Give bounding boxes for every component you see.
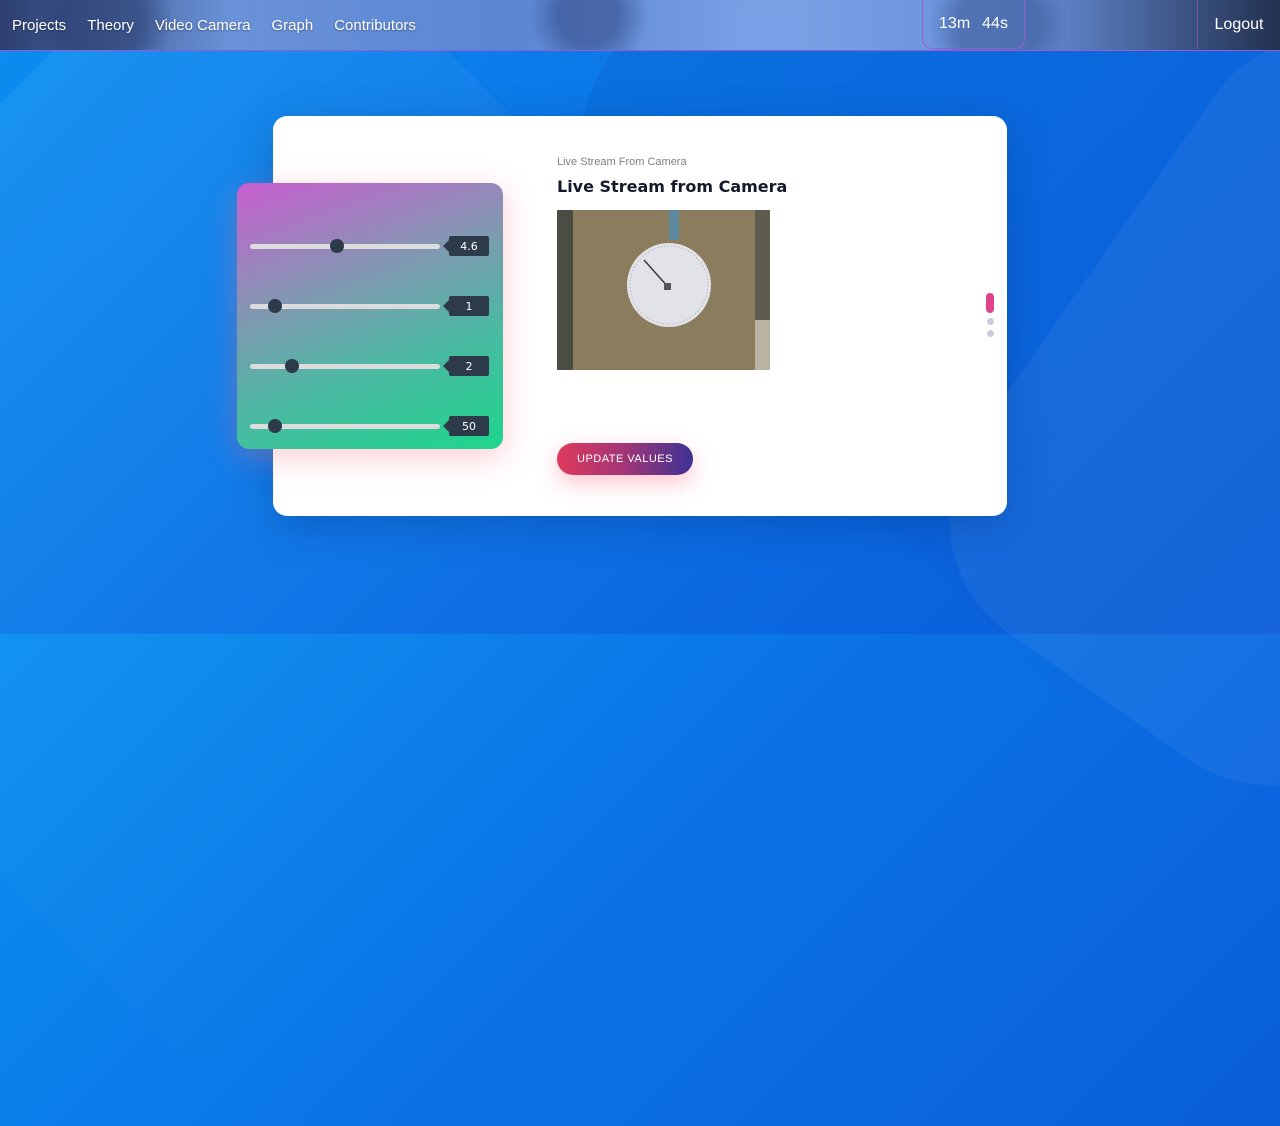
slider-panel: 4.6 1 2 50 [237,183,503,449]
slider-thumb[interactable] [268,419,282,433]
camera-frame-image [557,210,770,370]
camera-stream [557,210,770,370]
slider-value-label: 4.6 [443,236,489,256]
pagination-dot[interactable] [986,330,994,337]
slider-value-label: 1 [443,296,489,316]
session-timer: 13m 44s [922,0,1025,49]
nav-link-graph[interactable]: Graph [272,17,314,34]
pagination-dot-active[interactable] [986,293,994,313]
pagination-dots [986,293,994,337]
top-navbar: Projects Theory Video Camera Graph Contr… [0,0,1280,51]
pagination-dot[interactable] [986,318,994,325]
slider-value-label: 2 [443,356,489,376]
slider-row: 50 [250,416,490,438]
slider-thumb[interactable] [330,239,344,253]
slider-row: 4.6 [250,236,490,258]
nav-link-projects[interactable]: Projects [12,17,66,34]
slider-row: 1 [250,296,490,318]
timer-minutes: 13m [939,15,971,32]
card-title: Live Stream from Camera [557,177,788,196]
logout-button[interactable]: Logout [1197,0,1280,49]
card-subtitle: Live Stream From Camera [557,156,687,168]
slider-thumb[interactable] [268,299,282,313]
nav-link-contributors[interactable]: Contributors [334,17,416,34]
nav-links: Projects Theory Video Camera Graph Contr… [12,0,437,51]
update-values-button[interactable]: UPDATE VALUES [557,443,693,475]
slider-value-label: 50 [443,416,489,436]
nav-link-video-camera[interactable]: Video Camera [155,17,251,34]
timer-seconds: 44s [982,15,1008,32]
slider-row: 2 [250,356,490,378]
slider-track[interactable] [250,364,440,369]
nav-link-theory[interactable]: Theory [87,17,134,34]
slider-thumb[interactable] [285,359,299,373]
slider-track[interactable] [250,244,440,249]
